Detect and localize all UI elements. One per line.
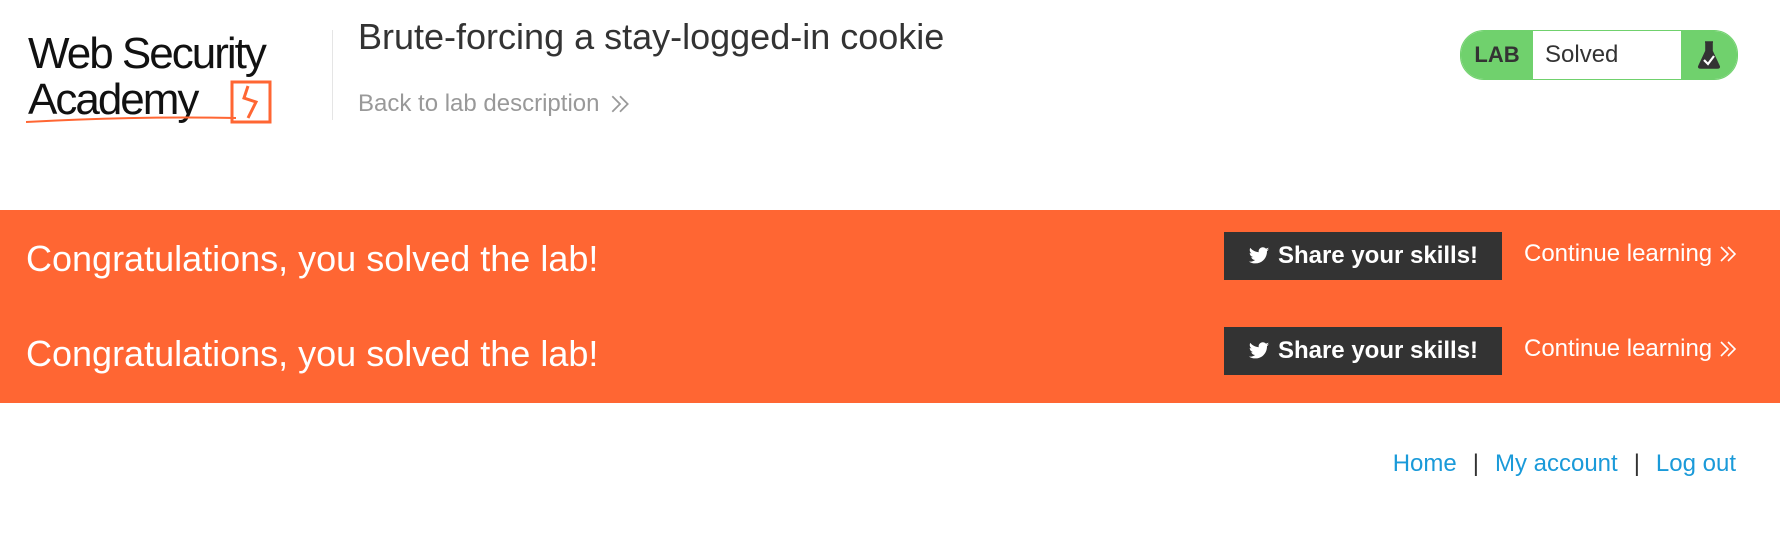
web-security-academy-logo[interactable]: Web Security Academy: [26, 24, 326, 134]
chevron-double-right-icon: [1720, 246, 1737, 262]
twitter-icon: [1248, 247, 1270, 264]
back-link-label: Back to lab description: [358, 90, 600, 117]
logo-zap-shape: [242, 85, 259, 119]
nav-home-link[interactable]: Home: [1393, 450, 1457, 478]
share-your-skills-button[interactable]: Share your skills!: [1224, 327, 1502, 375]
continue-learning-link[interactable]: Continue learning: [1524, 335, 1738, 363]
banner-row: Congratulations, you solved the lab! Sha…: [0, 230, 1780, 290]
share-your-skills-button[interactable]: Share your skills!: [1224, 232, 1502, 280]
lab-status-widget: LAB Solved: [1460, 30, 1738, 80]
nav-separator: |: [1633, 450, 1640, 477]
continue-learning-label: Continue learning: [1524, 240, 1713, 267]
banner-row: Congratulations, you solved the lab! Sha…: [0, 325, 1780, 385]
chevron-double-right-icon: [612, 95, 630, 113]
flask-check-icon: [1681, 31, 1737, 79]
lab-status-label: LAB: [1461, 31, 1533, 79]
nav-my-account-link[interactable]: My account: [1495, 450, 1618, 478]
solved-notification-banner: Congratulations, you solved the lab! Sha…: [0, 210, 1780, 403]
nav-separator: |: [1472, 450, 1479, 477]
lab-title: Brute-forcing a stay-logged-in cookie: [358, 16, 945, 57]
congratulations-message: Congratulations, you solved the lab!: [26, 238, 599, 279]
top-navigation: Home | My account | Log out: [1393, 450, 1736, 478]
back-to-lab-description-link[interactable]: Back to lab description: [358, 90, 631, 118]
lab-status-text: Solved: [1533, 31, 1681, 79]
logo-divider: [332, 30, 333, 120]
header: Web Security Academy Brute-forcing a sta…: [0, 0, 1780, 210]
continue-learning-label: Continue learning: [1524, 335, 1713, 362]
nav-log-out-link[interactable]: Log out: [1656, 450, 1736, 478]
chevron-double-right-icon: [1720, 341, 1737, 357]
congratulations-message: Congratulations, you solved the lab!: [26, 333, 599, 374]
logo-bracket-shape: [230, 80, 272, 124]
logo-text-line1: Web Security: [28, 29, 267, 78]
share-button-label: Share your skills!: [1277, 337, 1479, 364]
twitter-icon: [1248, 342, 1270, 359]
continue-learning-link[interactable]: Continue learning: [1524, 240, 1738, 268]
share-button-label: Share your skills!: [1277, 242, 1479, 269]
